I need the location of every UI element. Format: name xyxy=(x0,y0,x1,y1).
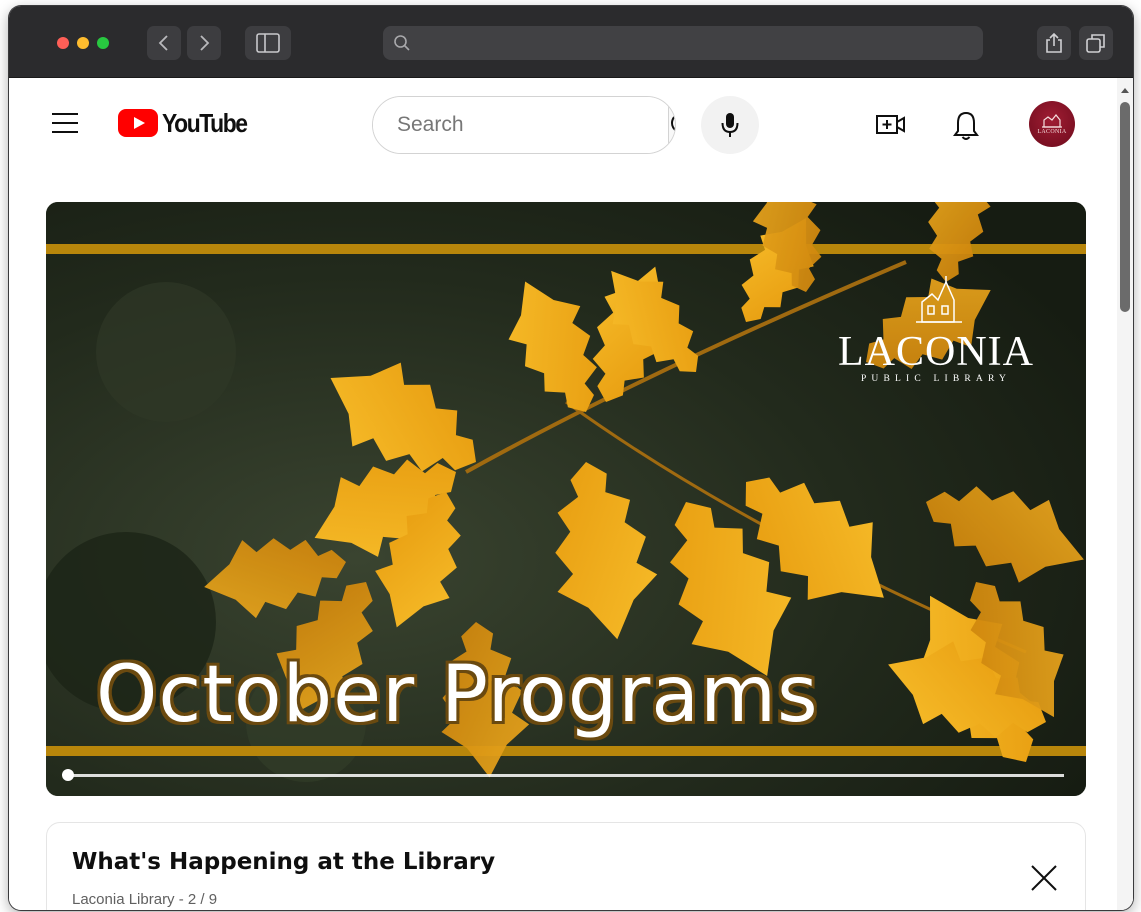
progress-handle[interactable] xyxy=(62,769,74,781)
playlist-subtitle: Laconia Library - 2 / 9 xyxy=(72,891,218,908)
avatar-text: LACONIA xyxy=(1037,128,1067,135)
voice-search-button[interactable] xyxy=(701,96,759,154)
back-button[interactable] xyxy=(147,26,181,60)
youtube-logo-text: YouTube xyxy=(162,107,248,138)
close-window-button[interactable] xyxy=(57,37,69,49)
search-box xyxy=(372,96,676,154)
minimize-window-button[interactable] xyxy=(77,37,89,49)
progress-bar[interactable] xyxy=(68,774,1064,777)
tabs-icon xyxy=(1086,34,1105,53)
web-page: YouTube LACONIA xyxy=(9,78,1133,910)
search-input[interactable] xyxy=(373,97,668,153)
brand-subtitle: PUBLIC LIBRARY xyxy=(860,374,1012,384)
notifications-button[interactable] xyxy=(952,110,980,147)
library-building-icon xyxy=(1042,113,1062,128)
share-icon xyxy=(1046,32,1062,53)
playlist-panel: What's Happening at the Library Laconia … xyxy=(46,822,1086,910)
close-icon xyxy=(1031,865,1057,891)
youtube-logo[interactable]: YouTube xyxy=(118,108,258,138)
youtube-play-icon xyxy=(118,109,158,137)
maximize-window-button[interactable] xyxy=(97,37,109,49)
account-avatar[interactable]: LACONIA xyxy=(1029,101,1075,147)
search-icon xyxy=(671,115,675,131)
playlist-title[interactable]: What's Happening at the Library xyxy=(72,849,495,875)
banner-title: October Programs xyxy=(95,649,819,741)
laconia-library-logo: LACONIA PUBLIC LIBRARY xyxy=(838,274,1034,384)
forward-icon xyxy=(200,35,210,51)
search-button[interactable] xyxy=(668,97,675,153)
tab-overview-button[interactable] xyxy=(1079,26,1113,60)
browser-window: YouTube LACONIA xyxy=(9,6,1133,910)
page-scrollbar[interactable] xyxy=(1117,78,1133,910)
brand-name: LACONIA xyxy=(838,329,1034,375)
close-playlist-button[interactable] xyxy=(1029,863,1059,893)
video-player[interactable]: LACONIA PUBLIC LIBRARY October Programs xyxy=(46,202,1086,796)
forward-button[interactable] xyxy=(187,26,221,60)
sidebar-toggle-button[interactable] xyxy=(245,26,291,60)
back-icon xyxy=(158,35,168,51)
scroll-thumb[interactable] xyxy=(1120,102,1130,312)
share-button[interactable] xyxy=(1037,26,1071,60)
browser-toolbar xyxy=(9,6,1133,78)
bell-icon xyxy=(953,111,979,140)
menu-button[interactable] xyxy=(52,113,78,133)
create-button[interactable] xyxy=(875,112,907,143)
address-bar[interactable] xyxy=(383,26,983,60)
menu-icon xyxy=(52,113,78,115)
sidebar-icon xyxy=(256,33,280,53)
search-icon xyxy=(394,35,410,51)
scroll-up-icon[interactable] xyxy=(1121,88,1129,93)
mic-icon xyxy=(721,113,739,137)
create-icon xyxy=(876,115,905,134)
